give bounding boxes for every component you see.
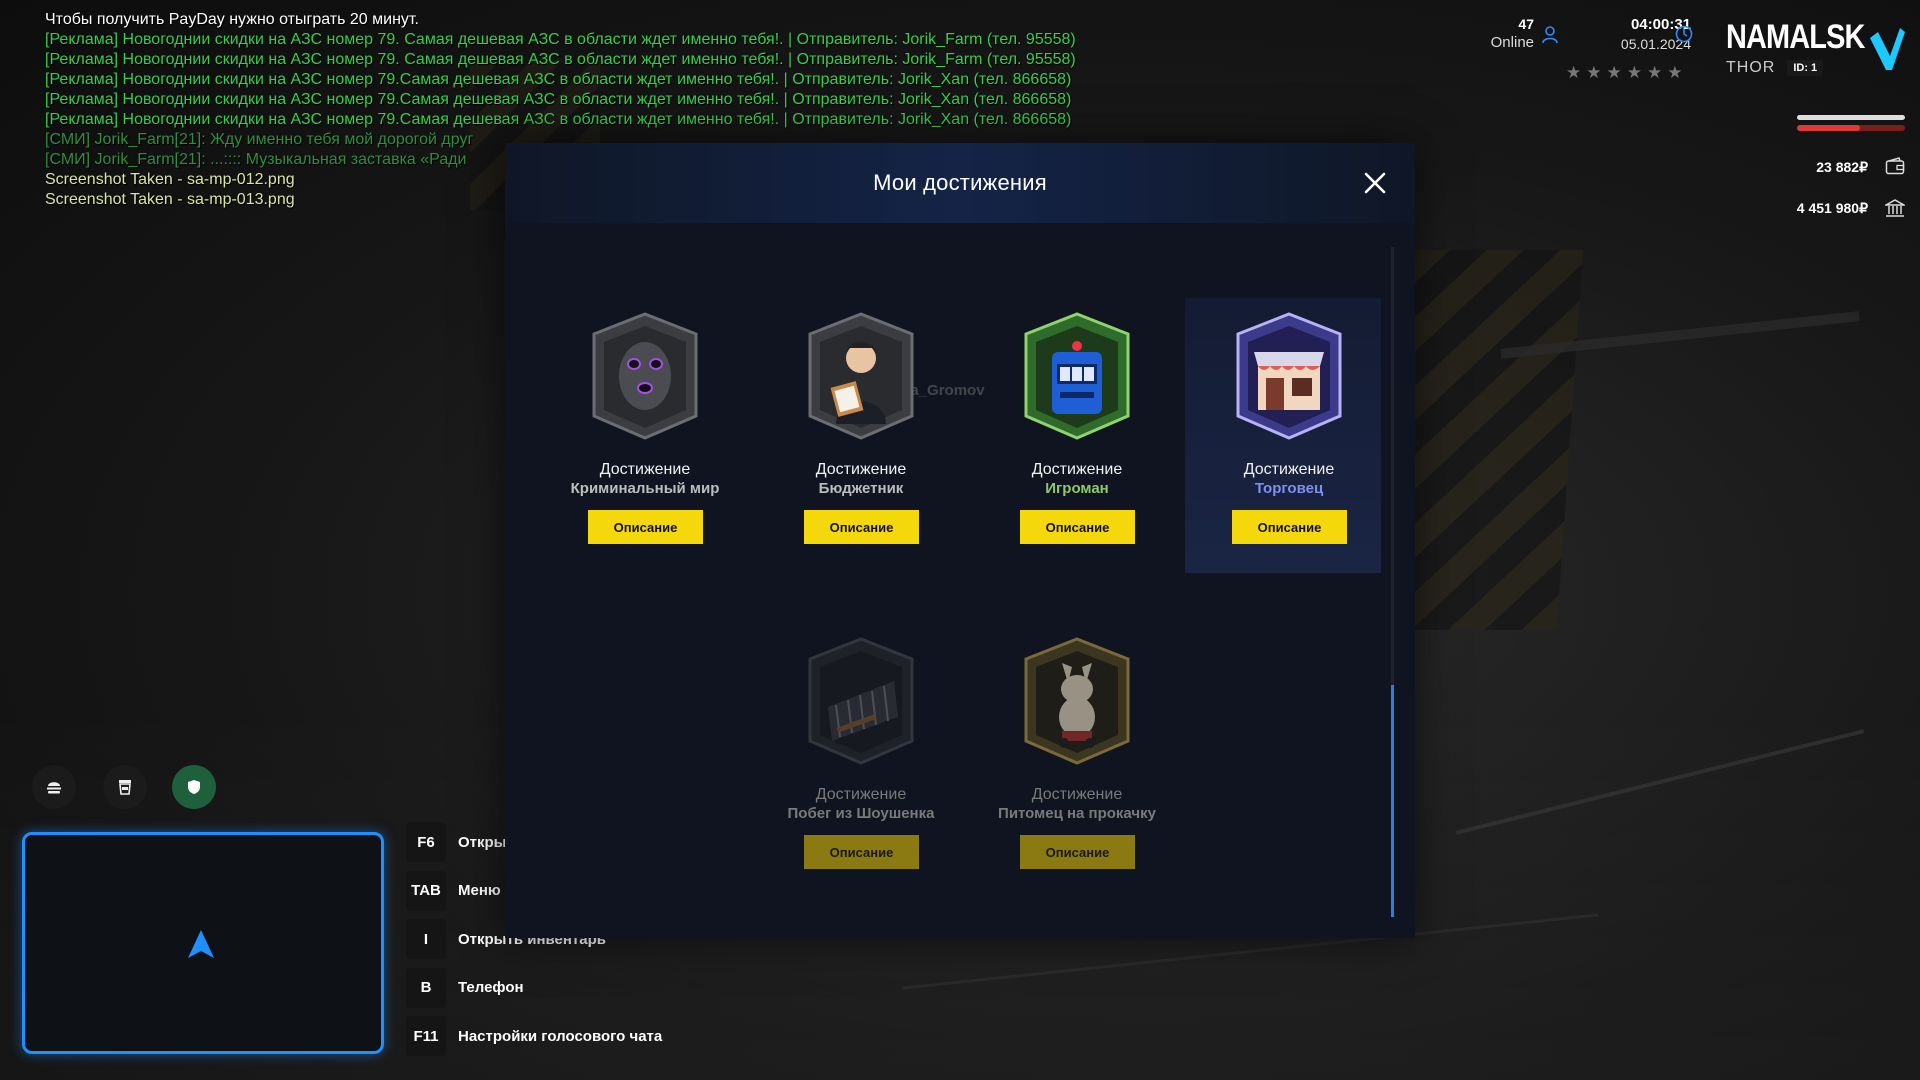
- description-button[interactable]: Описание: [804, 835, 919, 869]
- chat-line: [Реклама] Новогоднии скидки на АЗС номер…: [45, 31, 1076, 48]
- shield-indicator: [172, 765, 216, 809]
- chat-line: [Реклама] Новогоднии скидки на АЗС номер…: [45, 71, 1072, 88]
- achievement-name: Побег из Шоушенка: [787, 805, 935, 822]
- mask-icon: [592, 312, 698, 440]
- drink-indicator: [103, 765, 147, 809]
- health-bar: [1797, 115, 1905, 120]
- achievement-name: Игроман: [1045, 480, 1109, 497]
- armor-bar-fill: [1797, 125, 1860, 131]
- achievement-label: Достижение: [1031, 461, 1123, 478]
- achievement-card-locked[interactable]: Достижение Питомец на прокачку Описание: [979, 623, 1175, 898]
- achievement-label: Достижение: [1031, 786, 1123, 803]
- food-indicator: [32, 765, 76, 809]
- burger-icon: [47, 782, 61, 794]
- hotkey-row: B Телефон: [406, 967, 662, 1008]
- description-button[interactable]: Описание: [1232, 510, 1347, 544]
- clock-icon: [1675, 25, 1693, 43]
- hotkey-key: B: [406, 967, 446, 1008]
- chat-line: Чтобы получить PayDay нужно отыграть 20 …: [45, 11, 419, 28]
- star-icon: ★: [1647, 63, 1663, 82]
- achievement-card[interactable]: Достижение Игроман Описание: [979, 298, 1175, 573]
- online-count: 47: [1518, 16, 1534, 32]
- star-icon: ★: [1667, 63, 1683, 82]
- background-hazard-pillar: [1386, 250, 1584, 630]
- scrollbar-thumb[interactable]: [1391, 685, 1394, 917]
- achievement-name: Бюджетник: [818, 480, 904, 497]
- achievement-card-locked[interactable]: Достижение Побег из Шоушенка Описание: [763, 623, 959, 898]
- description-button[interactable]: Описание: [1020, 510, 1135, 544]
- close-icon[interactable]: [1359, 167, 1391, 199]
- armor-bar: [1797, 125, 1905, 131]
- slot-machine-icon: [1024, 312, 1130, 440]
- hotkey-label: Телефон: [458, 979, 524, 996]
- player-id: ID: 1: [1787, 60, 1824, 76]
- hotkey-key: F6: [406, 822, 446, 862]
- achievement-label: Достижение: [1243, 461, 1335, 478]
- description-button[interactable]: Описание: [588, 510, 703, 544]
- hotkey-label: Настройки голосового чата: [458, 1027, 663, 1045]
- player-arrow-icon: [188, 930, 214, 958]
- description-button[interactable]: Описание: [804, 510, 919, 544]
- chat-line: [Реклама] Новогоднии скидки на АЗС номер…: [45, 51, 1076, 68]
- hotkey-key: TAB: [406, 870, 446, 911]
- shop-icon: [1236, 312, 1342, 440]
- server-name: THOR: [1726, 59, 1776, 76]
- drink-cup-icon: [119, 780, 131, 795]
- hotkey-key: F11: [406, 1016, 446, 1056]
- chat-line: [Реклама] Новогоднии скидки на АЗС номер…: [45, 111, 1072, 128]
- pet-icon: [1024, 637, 1130, 765]
- achievement-label: Достижение: [599, 461, 691, 478]
- achievement-label: Достижение: [815, 461, 907, 478]
- wanted-stars: ★ ★ ★ ★ ★ ★: [1566, 64, 1683, 81]
- online-label: Online: [1490, 34, 1534, 51]
- achievement-card[interactable]: Достижение Бюджетник Описание: [763, 298, 959, 573]
- achievement-name: Питомец на прокачку: [998, 805, 1156, 822]
- shield-icon: [188, 780, 200, 794]
- star-icon: ★: [1586, 63, 1602, 82]
- achievements-modal: Мои достижения ma_Gromov Достижение Крим…: [505, 143, 1415, 938]
- achievement-card-selected[interactable]: Достижение Торговец Описание: [1185, 298, 1381, 573]
- online-counter: 47 Online: [1480, 16, 1534, 51]
- achievement-name: Криминальный мир: [570, 480, 720, 497]
- brand-name: NAMALSK: [1726, 18, 1865, 56]
- server-brand: NAMALSK THOR ID: 1: [1726, 18, 1889, 77]
- hotkey-label: Меню: [458, 882, 501, 899]
- brand-logo-icon: [1870, 28, 1905, 70]
- star-icon: ★: [1566, 63, 1582, 82]
- modal-header: Мои достижения: [505, 143, 1415, 223]
- cash-amount: 23 882₽: [1816, 159, 1868, 175]
- bank-icon: [1885, 199, 1905, 217]
- modal-title: Мои достижения: [873, 170, 1047, 195]
- star-icon: ★: [1606, 63, 1622, 82]
- description-button[interactable]: Описание: [1020, 835, 1135, 869]
- star-icon: ★: [1626, 63, 1642, 82]
- achievement-name: Торговец: [1254, 480, 1324, 497]
- achievement-card[interactable]: Достижение Криминальный мир Описание: [547, 298, 743, 573]
- hotkey-row: F11 Настройки голосового чата: [406, 1016, 662, 1056]
- user-icon: [1542, 26, 1558, 44]
- chat-line: [Реклама] Новогоднии скидки на АЗС номер…: [45, 91, 1072, 108]
- clerk-icon: [808, 312, 914, 440]
- wallet-icon: [1885, 157, 1905, 175]
- bank-amount: 4 451 980₽: [1796, 200, 1868, 216]
- hotkey-key: I: [406, 919, 446, 959]
- prison-bars-icon: [808, 637, 914, 765]
- achievement-label: Достижение: [815, 786, 907, 803]
